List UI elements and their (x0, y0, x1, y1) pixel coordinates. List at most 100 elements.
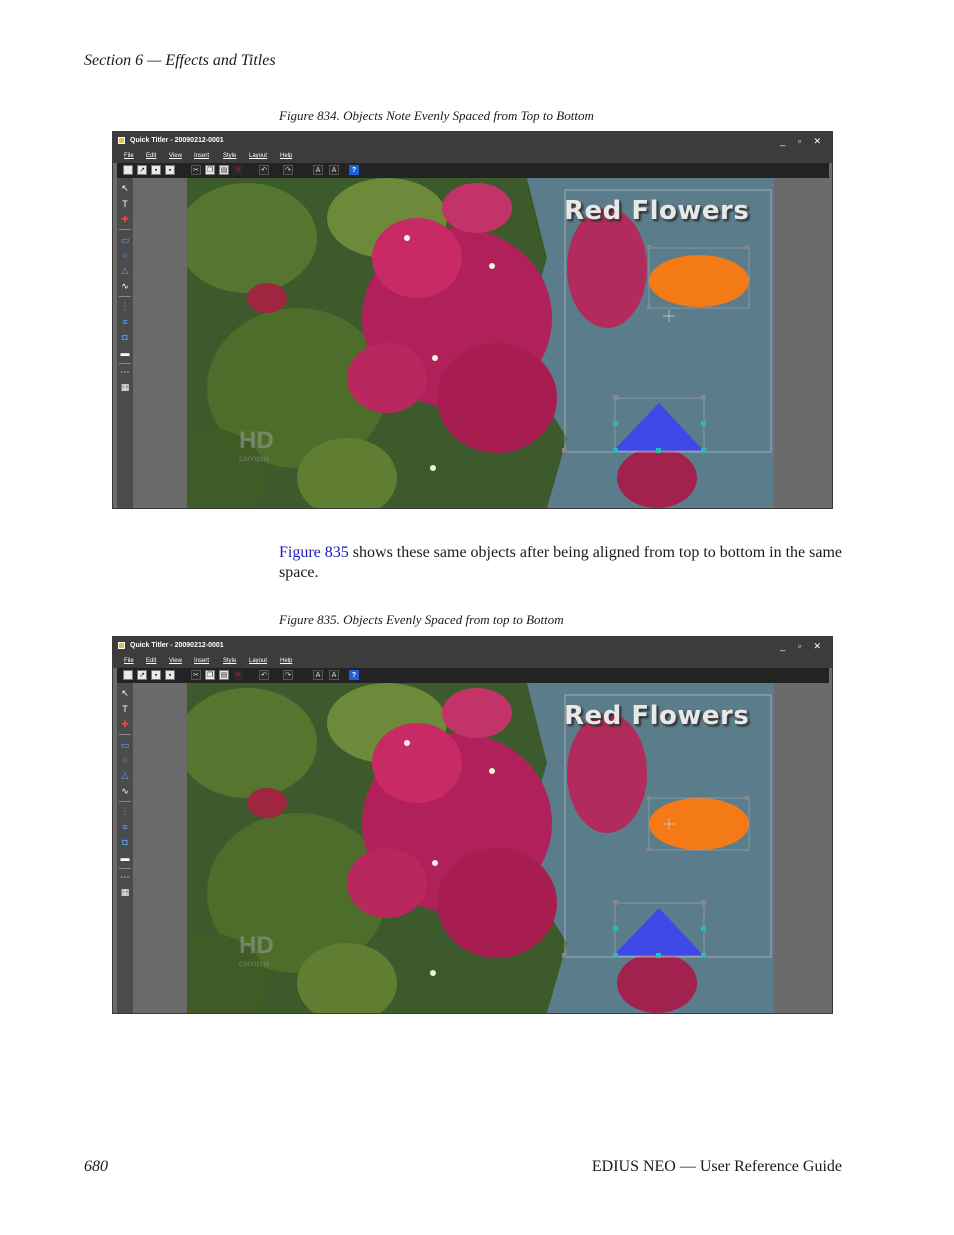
cut-icon[interactable]: ✂ (191, 165, 201, 175)
figure-835-link[interactable]: Figure 835 (279, 544, 349, 561)
menu-edit[interactable]: Edit (146, 150, 156, 163)
triangle-tool-icon[interactable]: △ (119, 264, 131, 276)
distribute-tool-icon[interactable]: ≡ (119, 316, 131, 328)
footer-title: EDIUS NEO — User Reference Guide (591, 1158, 842, 1175)
text-style-icon[interactable]: A (313, 670, 323, 680)
open-icon[interactable]: ↗ (137, 165, 147, 175)
figure-835-caption: Figure 835. Objects Evenly Spaced from t… (279, 612, 564, 627)
menu-style[interactable]: Style (223, 150, 236, 163)
canvas-margin-right (774, 178, 829, 508)
menu-help[interactable]: Help (280, 655, 292, 668)
tool-panel: ↖ T ✚ ▭ ○ △ ∿ ⋮ ≡ ◘ ▬ ⋯ ▦ (117, 683, 133, 1013)
ellipse-tool-icon[interactable]: ○ (119, 754, 131, 766)
center-tool-icon[interactable]: ◘ (119, 836, 131, 848)
menu-edit[interactable]: Edit (146, 655, 156, 668)
select-tool-icon[interactable]: ↖ (119, 687, 131, 699)
menu-bar: File Edit View Insert Style Layout Help (113, 150, 832, 163)
save-icon[interactable]: ▪ (151, 165, 161, 175)
text-format-icon[interactable]: A (329, 165, 339, 175)
menu-bar: File Edit View Insert Style Layout Help (113, 655, 832, 668)
orange-ellipse-shape (649, 255, 749, 307)
toolbar: ↗ ▪ ▪ ✂ ❐ ▤ ✕ ↶ ↷ A A ? (117, 163, 829, 178)
undo-icon[interactable]: ↶ (259, 670, 269, 680)
tool-divider (119, 296, 131, 297)
redo-icon[interactable]: ↷ (283, 165, 293, 175)
app-icon (118, 642, 125, 649)
menu-layout[interactable]: Layout (249, 150, 267, 163)
rectangle-tool-icon[interactable]: ▭ (119, 234, 131, 246)
help-icon[interactable]: ? (349, 165, 359, 175)
canvas-margin-left (134, 683, 187, 1013)
body-paragraph: Figure 835 shows these same objects afte… (279, 543, 845, 583)
redo-icon[interactable]: ↷ (283, 670, 293, 680)
save-icon[interactable]: ▪ (151, 670, 161, 680)
line-tool-icon[interactable]: ∿ (119, 280, 131, 292)
figure-834-caption: Figure 834. Objects Note Evenly Spaced f… (279, 108, 594, 123)
figure-835-screenshot: Quick Titler - 20090212-0001 _ ▫ ✕ File … (112, 636, 833, 1014)
menu-style[interactable]: Style (223, 655, 236, 668)
hd-watermark-sub: canopus (239, 454, 270, 463)
hd-watermark: HD (239, 427, 274, 454)
undo-icon[interactable]: ↶ (259, 165, 269, 175)
menu-help[interactable]: Help (280, 150, 292, 163)
text-tool-icon[interactable]: T (119, 198, 131, 210)
delete-icon[interactable]: ✕ (233, 165, 243, 175)
copy-icon[interactable]: ❐ (205, 670, 215, 680)
safe-area-tool-icon[interactable]: ▦ (119, 886, 131, 898)
app-titlebar: Quick Titler - 20090212-0001 _ ▫ ✕ (113, 637, 832, 655)
rectangle-tool-icon[interactable]: ▭ (119, 739, 131, 751)
text-format-icon[interactable]: A (329, 670, 339, 680)
layer-tool-icon[interactable]: ▬ (119, 347, 131, 359)
tool-divider (119, 868, 131, 869)
new-icon[interactable] (123, 670, 133, 680)
window-controls[interactable]: _ ▫ ✕ (780, 132, 826, 150)
grid-tool-icon[interactable]: ⋯ (119, 871, 131, 883)
title-canvas[interactable]: Red Flowers HD canopus (187, 683, 774, 1013)
text-tool-icon[interactable]: T (119, 703, 131, 715)
figure-834-screenshot: Quick Titler - 20090212-0001 _ ▫ ✕ File … (112, 131, 833, 509)
window-controls[interactable]: _ ▫ ✕ (780, 637, 826, 655)
canvas-margin-right (774, 683, 829, 1013)
menu-view[interactable]: View (169, 150, 182, 163)
text-style-icon[interactable]: A (313, 165, 323, 175)
grid-tool-icon[interactable]: ⋯ (119, 366, 131, 378)
title-canvas[interactable]: Red Flowers HD canopus (187, 178, 774, 508)
save-as-icon[interactable]: ▪ (165, 670, 175, 680)
ellipse-tool-icon[interactable]: ○ (119, 249, 131, 261)
paste-icon[interactable]: ▤ (219, 165, 229, 175)
menu-file[interactable]: File (124, 655, 134, 668)
align-tool-icon[interactable]: ⋮ (119, 300, 131, 312)
hd-watermark: HD (239, 932, 274, 959)
toolbar: ↗ ▪ ▪ ✂ ❐ ▤ ✕ ↶ ↷ A A ? (117, 668, 829, 683)
select-tool-icon[interactable]: ↖ (119, 182, 131, 194)
align-tool-icon[interactable]: ⋮ (119, 805, 131, 817)
distribute-tool-icon[interactable]: ≡ (119, 821, 131, 833)
open-icon[interactable]: ↗ (137, 670, 147, 680)
new-icon[interactable] (123, 165, 133, 175)
menu-file[interactable]: File (124, 150, 134, 163)
image-tool-icon[interactable]: ✚ (119, 213, 131, 225)
menu-view[interactable]: View (169, 655, 182, 668)
copy-icon[interactable]: ❐ (205, 165, 215, 175)
section-header: Section 6 — Effects and Titles (84, 52, 276, 69)
selection-overlay (562, 694, 772, 958)
help-icon[interactable]: ? (349, 670, 359, 680)
blue-triangle-shape (613, 403, 704, 451)
triangle-tool-icon[interactable]: △ (119, 769, 131, 781)
safe-area-tool-icon[interactable]: ▦ (119, 381, 131, 393)
body-paragraph-text: shows these same objects after being ali… (279, 544, 842, 581)
menu-insert[interactable]: Insert (194, 655, 209, 668)
app-icon (118, 137, 125, 144)
layer-tool-icon[interactable]: ▬ (119, 852, 131, 864)
save-as-icon[interactable]: ▪ (165, 165, 175, 175)
paste-icon[interactable]: ▤ (219, 670, 229, 680)
canvas-margin-left (134, 178, 187, 508)
menu-layout[interactable]: Layout (249, 655, 267, 668)
blue-triangle-shape (613, 908, 704, 956)
center-tool-icon[interactable]: ◘ (119, 331, 131, 343)
image-tool-icon[interactable]: ✚ (119, 718, 131, 730)
menu-insert[interactable]: Insert (194, 150, 209, 163)
delete-icon[interactable]: ✕ (233, 670, 243, 680)
cut-icon[interactable]: ✂ (191, 670, 201, 680)
line-tool-icon[interactable]: ∿ (119, 785, 131, 797)
